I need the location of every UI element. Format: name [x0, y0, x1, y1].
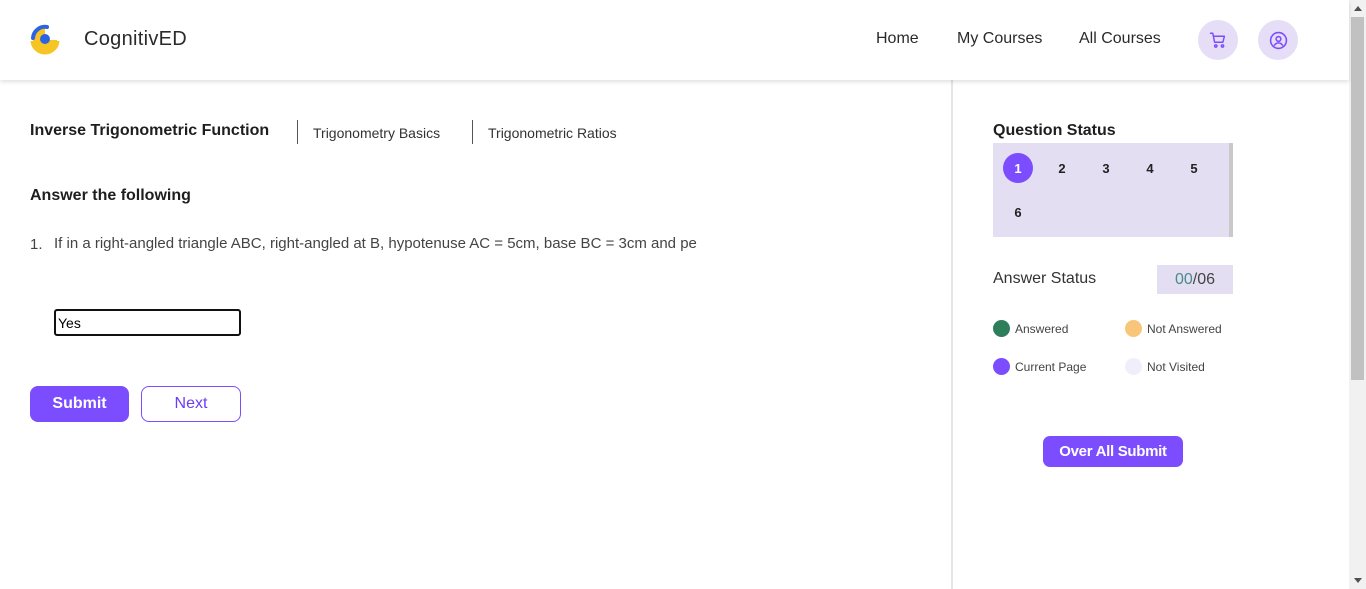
question-status-item[interactable]: 4 [1135, 153, 1165, 183]
question-status-item[interactable]: 3 [1091, 153, 1121, 183]
submit-button[interactable]: Submit [30, 386, 129, 422]
total-count: /06 [1192, 270, 1216, 288]
question-number: 1. [30, 236, 43, 253]
answer-status-count: 00/06 [1157, 265, 1233, 294]
question-status-title: Question Status [993, 122, 1116, 139]
user-circle-icon [1269, 31, 1287, 49]
legend-not-visited: Not Visited [1147, 360, 1205, 374]
legend-current-page: Current Page [1015, 360, 1087, 374]
section-title: Answer the following [30, 187, 191, 204]
answer-input[interactable] [54, 309, 241, 336]
tab-separator [297, 120, 298, 144]
question-status-item[interactable]: 5 [1179, 153, 1209, 183]
question-status-grid: 1 2 3 4 5 6 [993, 143, 1233, 237]
next-button[interactable]: Next [141, 386, 241, 422]
answered-legend-dot [993, 320, 1010, 337]
tab-trigonometry-basics[interactable]: Trigonometry Basics [313, 125, 440, 141]
cognitived-logo-icon[interactable] [29, 24, 61, 56]
panel-divider [951, 80, 953, 589]
scrollbar-thumb[interactable] [1351, 17, 1364, 380]
tab-trigonometric-ratios[interactable]: Trigonometric Ratios [488, 125, 617, 141]
not-visited-legend-dot [1125, 358, 1142, 375]
cart-button[interactable] [1198, 20, 1238, 60]
cart-icon [1209, 32, 1226, 48]
legend-not-answered: Not Answered [1147, 322, 1222, 336]
scroll-down-arrow-icon[interactable] [1349, 572, 1366, 589]
overall-submit-button[interactable]: Over All Submit [1043, 436, 1183, 467]
question-text: If in a right-angled triangle ABC, right… [54, 235, 697, 252]
answer-status-label: Answer Status [993, 270, 1097, 287]
question-status-item[interactable]: 1 [1003, 153, 1033, 183]
question-status-item[interactable]: 2 [1047, 153, 1077, 183]
current-page-legend-dot [993, 358, 1010, 375]
nav-home[interactable]: Home [876, 30, 919, 48]
brand-name[interactable]: CognitivED [84, 28, 187, 51]
nav-my-courses[interactable]: My Courses [957, 30, 1042, 48]
top-header: CognitivED Home My Courses All Courses [0, 0, 1349, 80]
nav-all-courses[interactable]: All Courses [1079, 30, 1161, 48]
tab-inverse-trigonometric-function[interactable]: Inverse Trigonometric Function [30, 122, 269, 140]
tab-separator [472, 120, 473, 144]
profile-button[interactable] [1258, 20, 1298, 60]
legend-answered: Answered [1015, 322, 1069, 336]
answered-count: 00 [1174, 270, 1193, 288]
question-status-item[interactable]: 6 [1003, 197, 1033, 227]
scroll-up-arrow-icon[interactable] [1349, 0, 1366, 17]
not-answered-legend-dot [1125, 320, 1142, 337]
